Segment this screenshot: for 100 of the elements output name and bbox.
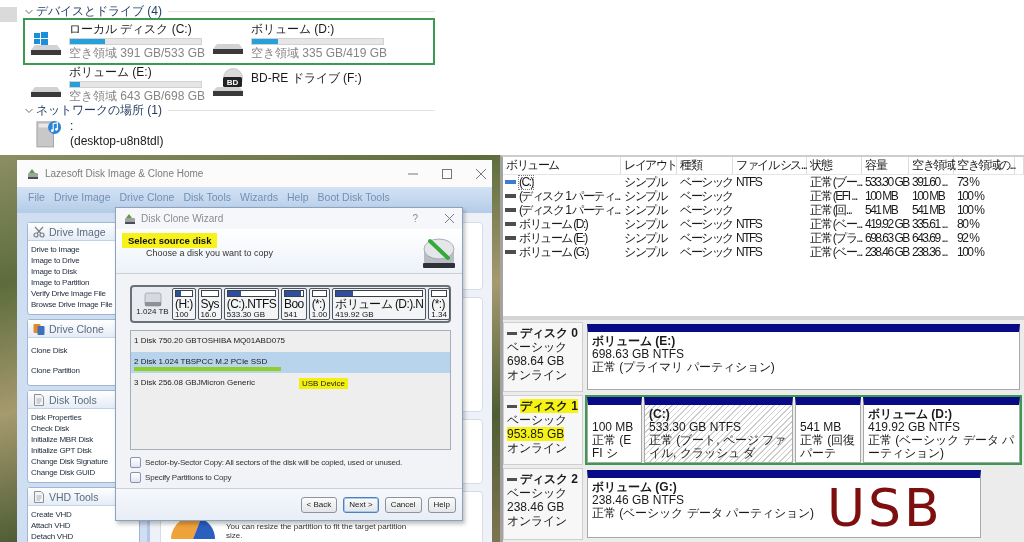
table-cell-text: 100 MB [864,189,899,203]
partition-block[interactable]: (*:) 1.34 [428,288,450,320]
maximize-icon[interactable] [442,168,452,179]
disk-size: 238.46 GB [507,500,565,514]
section-title[interactable]: デバイスとドライブ (4) [36,5,162,18]
drive-name[interactable]: : [70,120,74,133]
sidebar-link[interactable]: Image to Disk [31,266,77,277]
disk-label-block[interactable]: ディスク 1 ベーシック 953.85 GB オンライン [503,395,583,465]
table-cell[interactable]: (C:) [519,175,533,189]
table-cell-text: 238.46 GB [864,245,909,259]
column-header[interactable]: 容量 [862,157,909,174]
checkbox-label[interactable]: Sector-by-Sector Copy: All sectors of the disk will be copied, used or unused. [145,458,402,467]
panel-title[interactable]: Drive Clone [49,322,104,335]
document-icon [33,393,45,406]
table-cell-text: 100 MB [911,189,946,203]
disk-type: ベーシック [507,340,567,354]
table-cell-text: 100 % [956,245,986,259]
column-header[interactable]: レイアウト [621,157,677,174]
table-cell-text: ベーシック [679,231,733,245]
free-space-text: 空き領域 335 GB/419 GB [251,47,388,60]
partition-block[interactable]: 541 MB 正常 (回復パーテ [795,397,861,463]
sidebar-link[interactable]: Attach VHD [31,520,71,531]
checkbox[interactable] [130,457,141,468]
partition-size: 16.0 [200,310,217,319]
sidebar-link[interactable]: Detach VHD [31,531,73,542]
checkbox-label[interactable]: Specify Partitions to Copy [145,473,232,482]
tiles-drive-icon[interactable] [30,32,62,56]
column-header[interactable]: 状態 [807,157,862,174]
handwritten-annotation: USB [827,482,943,534]
sidebar-link[interactable]: Clone Partition [31,361,80,381]
table-cell[interactable]: (ディスク 1 パーティ... [519,189,620,203]
dialog-button[interactable]: Cancel [384,496,422,513]
partition-status: 正常 (ベーシック データ パーティション) [868,434,1015,460]
disk-list-item[interactable]: 2 Disk 1.024 TBSPCC M.2 PCIe SSD [131,352,450,373]
close-icon[interactable] [476,168,486,179]
drive-name[interactable]: BD-RE ドライブ (F:) [251,72,362,85]
checkbox[interactable] [130,472,141,483]
partition-block[interactable]: (C:) 533.30 GB NTFS 正常 (ブート, ページ ファイル, クラッシュ ダ [644,397,793,463]
table-cell-text: シンプル [623,175,668,189]
partition-label: Boo [284,298,304,310]
column-header[interactable]: 空き領域の... [954,157,1015,174]
sidebar-link[interactable]: Disk Properties [31,412,82,423]
table-cell[interactable]: ボリューム (G:) [519,245,588,259]
partition-block[interactable]: ボリューム (D:).N 419.92 GB [332,288,427,320]
partition-block[interactable]: Boo 541 [281,288,307,320]
dialog-button[interactable]: < Back [300,496,338,513]
table-cell[interactable]: (ディスク 1 パーティ... [519,203,620,217]
drive-name[interactable]: ローカル ディスク (C:) [69,23,192,36]
hard-drive-icon[interactable] [30,87,62,98]
partition-block[interactable]: ボリューム (D:) 419.92 GB NTFS 正常 (ベーシック データ パーティション) [863,397,1020,463]
partition-block[interactable]: (H:) 100 [172,288,196,320]
table-cell-text: ベーシック [679,245,733,259]
section-title[interactable]: ネットワークの場所 (1) [36,104,162,117]
chevron-down-icon[interactable] [25,7,33,16]
hard-drive-icon[interactable] [212,44,244,55]
media-device-icon[interactable] [36,118,62,148]
table-cell[interactable]: ボリューム (E:) [519,231,587,245]
sidebar-link[interactable]: Initialize MBR Disk [31,434,93,445]
disk-label-block[interactable]: ディスク 0 ベーシック 698.64 GB オンライン [503,322,583,392]
sidebar-link[interactable]: Image to Partition [31,277,90,288]
sidebar-link[interactable]: Change Disk GUID [31,467,96,478]
partition-block[interactable]: ボリューム (E:) 698.63 GB NTFS 正常 (プライマリ パーティション) [587,324,1020,390]
table-cell-text: 541 MB [911,203,946,217]
sidebar-link[interactable]: Create VHD [31,509,72,520]
column-header[interactable]: 種類 [677,157,733,174]
sidebar-link[interactable]: Image to Drive [31,255,80,266]
sidebar-link[interactable]: Verify Drive Image File [31,288,106,299]
partition-status: 正常 (ベーシック データ パーティション) [592,507,814,520]
column-header[interactable]: 空き領域 [909,157,954,174]
disk-name: ディスク 0 [520,326,578,340]
disk-label-block[interactable]: ディスク 2 ベーシック 238.46 GB オンライン [503,468,583,540]
sidebar-link[interactable]: Browse Drive Image File [31,299,113,310]
partition-block[interactable]: Sys 16.0 [197,288,222,320]
sidebar-link[interactable]: Drive to Image [31,244,80,255]
panel-title[interactable]: Drive Image [49,225,106,238]
partition-size: 100 MB [592,421,634,434]
partition-block[interactable]: (*:) 1.00 [308,288,331,320]
partition-size: 541 MB [800,421,842,434]
panel-title[interactable]: VHD Tools [49,490,99,503]
drive-arrow-icon [124,212,136,225]
sidebar-link[interactable]: Initialize GPT Disk [31,445,92,456]
drive-name[interactable]: ボリューム (E:) [69,66,152,79]
drive-name[interactable]: ボリューム (D:) [251,23,335,36]
dialog-button[interactable]: Next > [343,496,379,513]
table-cell-text: NTFS [735,217,763,231]
table-cell[interactable]: ボリューム (D:) [519,217,588,231]
table-cell-text: 698.63 GB [864,231,909,245]
close-icon[interactable] [445,214,454,223]
partition-block[interactable]: (C:).NTFS 533.30 GB [223,288,280,320]
partition-block[interactable]: 100 MB 正常 (EFI シ [587,397,642,463]
disk-list-item[interactable]: 3 Disk 256.08 GBJMicron Generic USB Device [131,373,450,394]
disk-type: ベーシック [507,486,567,500]
sidebar-link[interactable]: Change Disk Signature [31,456,109,467]
chevron-down-icon[interactable] [25,106,33,115]
panel-title[interactable]: Disk Tools [49,393,97,406]
column-header[interactable]: ボリューム [503,157,621,174]
column-header[interactable]: ファイル シス... [733,157,807,174]
sidebar-link[interactable]: Clone Disk [31,341,68,361]
sidebar-link[interactable]: Check Disk [31,423,69,434]
dialog-button[interactable]: Help [427,496,456,513]
